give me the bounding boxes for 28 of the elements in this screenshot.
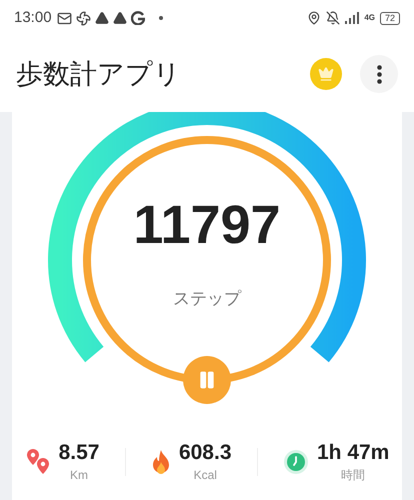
stat-unit: Km — [70, 467, 88, 484]
status-time: 13:00 — [14, 8, 52, 28]
stat-value: 8.57 — [58, 440, 100, 466]
stat-value: 1h 47m — [316, 440, 390, 466]
g-logo-icon — [130, 11, 145, 25]
triangle-icon — [94, 11, 109, 25]
map-pins-icon — [24, 448, 51, 476]
crown-icon — [318, 66, 334, 82]
app-title: 歩数計アプリ — [16, 58, 181, 91]
clock-icon — [282, 449, 309, 476]
fan-icon — [76, 10, 91, 26]
stat-unit: 時間 — [341, 467, 366, 484]
triangle-icon — [112, 11, 127, 25]
stat-unit: Kcal — [194, 467, 217, 484]
bell-off-icon — [326, 11, 340, 25]
network-label: 4G — [364, 14, 375, 22]
flame-icon — [150, 449, 171, 476]
stat-value: 608.3 — [178, 440, 232, 466]
menu-icon — [376, 64, 382, 84]
battery-indicator: 72 — [380, 12, 400, 24]
dot-icon — [158, 16, 163, 20]
location-icon — [307, 11, 322, 25]
signal-icon — [345, 12, 360, 24]
mail-icon — [56, 10, 72, 26]
step-count: 11797 — [133, 198, 281, 252]
premium-button[interactable] — [310, 58, 342, 90]
menu-button[interactable] — [360, 55, 398, 93]
step-unit: ステップ — [173, 288, 241, 310]
